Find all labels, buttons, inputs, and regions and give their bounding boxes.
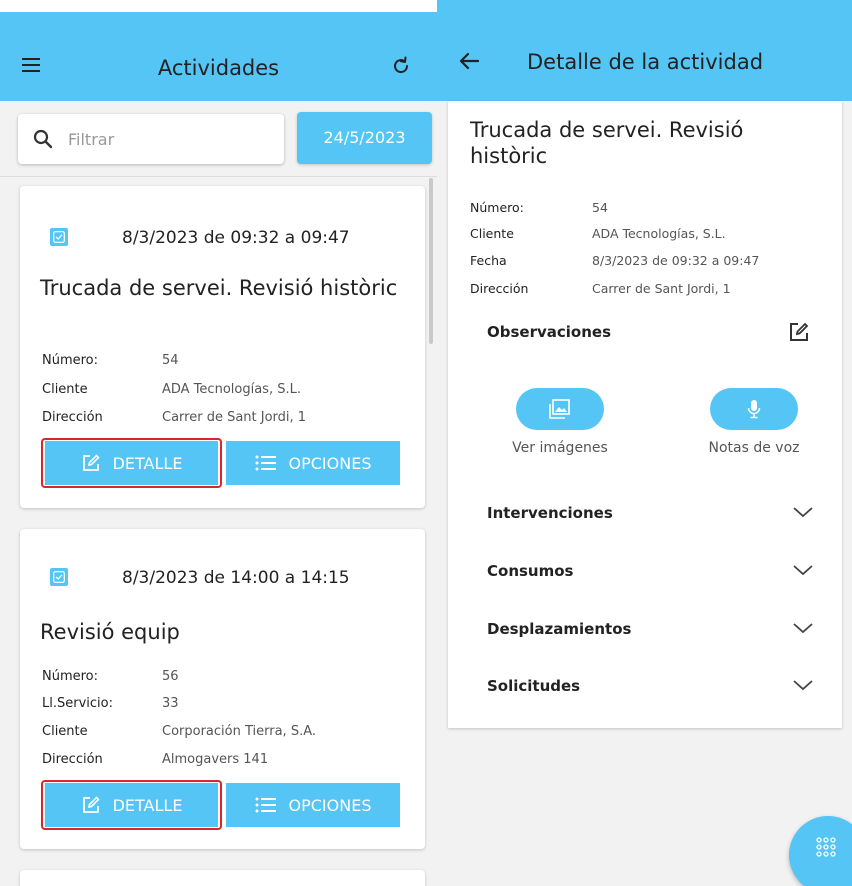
back-arrow-icon[interactable] <box>459 52 479 70</box>
divider <box>0 176 437 177</box>
activities-app-bar: Actividades <box>0 12 437 101</box>
detail-button[interactable]: DETALLE <box>41 780 222 830</box>
field-value: 54 <box>162 353 179 368</box>
observations-title: Observaciones <box>487 323 612 341</box>
activity-detail-screen: Detalle de la actividad Trucada de serve… <box>437 0 852 886</box>
field-label: Cliente <box>470 226 514 241</box>
highlight-box <box>41 438 222 488</box>
scrollbar[interactable] <box>429 178 433 344</box>
list-icon <box>255 455 276 471</box>
detail-app-bar: Detalle de la actividad <box>437 0 852 101</box>
field-value: ADA Tecnologías, S.L. <box>162 382 301 397</box>
field-label: Número: <box>470 200 524 215</box>
activity-title: Revisió equip <box>40 620 180 644</box>
page-title: Actividades <box>157 56 280 80</box>
section-consumos[interactable]: Consumos <box>487 562 573 580</box>
edit-icon[interactable] <box>788 321 810 343</box>
view-images-label: Ver imágenes <box>512 440 608 456</box>
activity-title: Trucada de servei. Revisió històric <box>40 276 398 300</box>
field-value: 56 <box>162 669 179 684</box>
options-button[interactable]: OPCIONES <box>226 441 400 485</box>
grid-dots-icon <box>816 837 836 857</box>
voice-notes-label: Notas de voz <box>708 440 800 456</box>
filter-placeholder: Filtrar <box>68 130 115 149</box>
field-value: 8/3/2023 de 09:32 a 09:47 <box>592 253 760 268</box>
options-button-label: OPCIONES <box>288 453 372 473</box>
section-intervenciones[interactable]: Intervenciones <box>487 504 613 522</box>
detail-button[interactable]: DETALLE <box>41 438 222 488</box>
checkbox-icon[interactable] <box>50 228 68 246</box>
chevron-down-icon[interactable] <box>792 622 814 634</box>
field-label: Cliente <box>42 382 88 397</box>
activity-card[interactable]: 8/3/2023 de 14:00 a 14:15 Revisió equip … <box>20 529 425 849</box>
chevron-down-icon[interactable] <box>792 679 814 691</box>
view-images-button[interactable] <box>516 388 604 430</box>
field-value: Carrer de Sant Jordi, 1 <box>592 281 731 296</box>
status-gap <box>0 0 437 12</box>
field-label: Número: <box>42 353 99 368</box>
activity-detail-card: Trucada de servei. Revisió històric Núme… <box>448 101 842 728</box>
field-label: Dirección <box>470 281 529 296</box>
activities-screen: Actividades Filtrar 24/5/2023 8/3/2023 d… <box>0 0 437 886</box>
field-label: Dirección <box>42 410 103 425</box>
highlight-box <box>41 780 222 830</box>
activity-card[interactable] <box>20 870 425 886</box>
search-icon <box>33 129 53 149</box>
microphone-icon <box>747 400 761 419</box>
date-button[interactable]: 24/5/2023 <box>297 112 432 164</box>
field-label: Número: <box>42 669 99 684</box>
options-button-label: OPCIONES <box>288 795 372 815</box>
voice-notes-button[interactable] <box>710 388 798 430</box>
field-label: Dirección <box>42 752 103 767</box>
filter-input[interactable]: Filtrar <box>18 114 284 164</box>
image-icon <box>549 399 570 419</box>
page-title: Detalle de la actividad <box>527 50 764 74</box>
field-label: Cliente <box>42 724 88 739</box>
field-value: Carrer de Sant Jordi, 1 <box>162 410 307 425</box>
section-solicitudes[interactable]: Solicitudes <box>487 677 580 695</box>
options-button[interactable]: OPCIONES <box>226 783 400 827</box>
chevron-down-icon[interactable] <box>792 506 814 518</box>
field-label: Ll.Servicio: <box>42 696 113 711</box>
field-value: ADA Tecnologías, S.L. <box>592 226 726 241</box>
field-value: 54 <box>592 200 608 215</box>
checkbox-icon[interactable] <box>50 568 68 586</box>
field-value: 33 <box>162 696 179 711</box>
field-label: Fecha <box>470 253 507 268</box>
section-desplazamientos[interactable]: Desplazamientos <box>487 620 631 638</box>
refresh-icon[interactable] <box>389 54 413 78</box>
activity-datetime: 8/3/2023 de 09:32 a 09:47 <box>122 228 350 248</box>
list-icon <box>255 797 276 813</box>
field-value: Almogavers 141 <box>162 752 269 767</box>
chevron-down-icon[interactable] <box>792 564 814 576</box>
activity-title: Trucada de servei. Revisió històric <box>470 118 744 168</box>
field-value: Corporación Tierra, S.A. <box>162 724 317 739</box>
activity-datetime: 8/3/2023 de 14:00 a 14:15 <box>122 568 350 588</box>
fab-grid-button[interactable] <box>789 816 852 886</box>
activity-card[interactable]: 8/3/2023 de 09:32 a 09:47 Trucada de ser… <box>20 186 425 508</box>
